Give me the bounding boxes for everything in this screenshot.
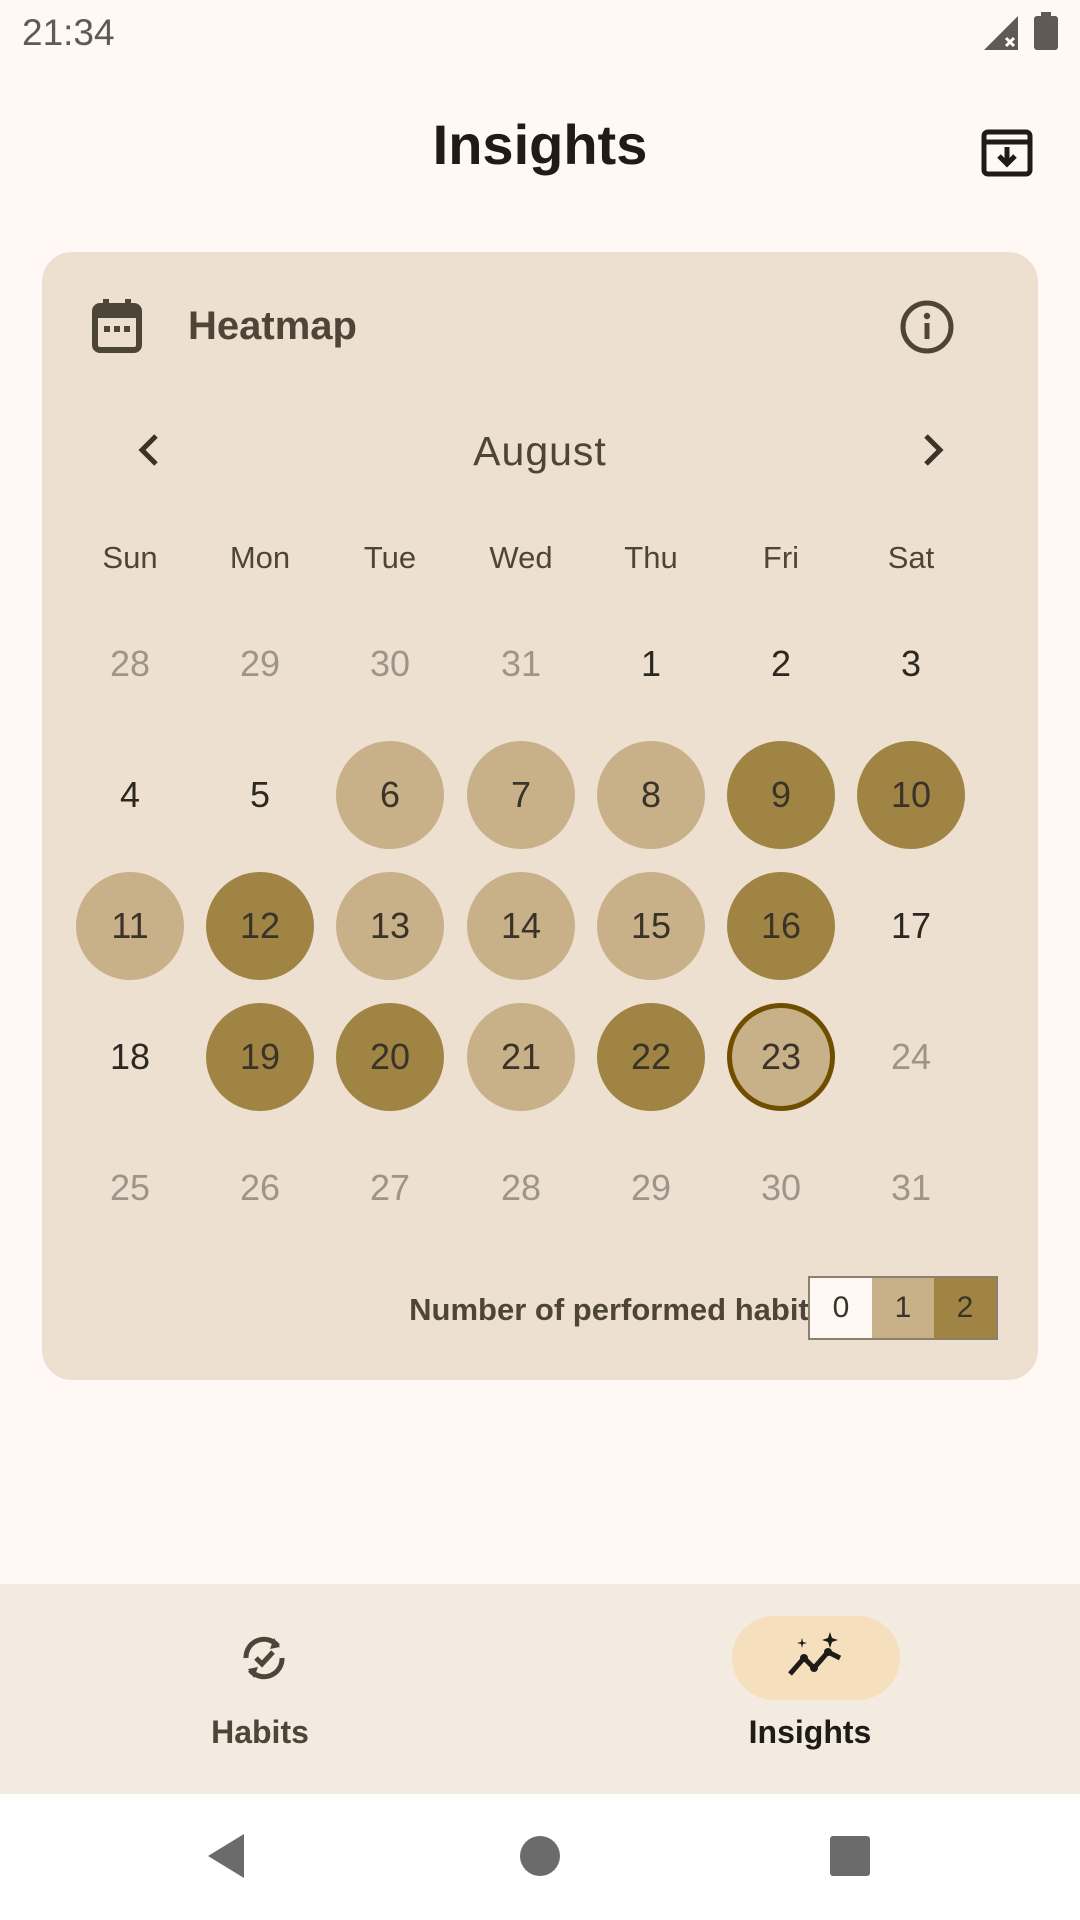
legend-cell-2: 2 (934, 1278, 996, 1338)
calendar-day[interactable]: 13 (336, 872, 444, 980)
calendar-day[interactable]: 29 (206, 610, 314, 718)
archive-download-button[interactable] (966, 112, 1048, 194)
weekday-mon: Mon (229, 540, 291, 575)
nav-item-habits[interactable]: Habits (0, 1584, 540, 1794)
calendar-day[interactable]: 30 (336, 610, 444, 718)
system-navigation-bar (0, 1794, 1080, 1920)
card-title: Heatmap (188, 304, 357, 348)
nav-pill-habits (180, 1616, 348, 1700)
weekday-thu: Thu (624, 540, 678, 575)
home-icon[interactable] (508, 1824, 572, 1888)
signal-off-icon (984, 16, 1018, 50)
calendar-day[interactable]: 16 (727, 872, 835, 980)
nav-item-insights[interactable]: Insights (540, 1584, 1080, 1794)
calendar-day[interactable]: 7 (467, 741, 575, 849)
calendar-day[interactable]: 29 (597, 1134, 705, 1242)
nav-label-habits: Habits (211, 1714, 309, 1750)
weekday-fri: Fri (762, 540, 800, 575)
calendar-day[interactable]: 21 (467, 1003, 575, 1111)
calendar-day[interactable]: 6 (336, 741, 444, 849)
calendar-day[interactable]: 26 (206, 1134, 314, 1242)
calendar-day[interactable]: 4 (76, 741, 184, 849)
calendar-day[interactable]: 28 (76, 610, 184, 718)
page-title: Insights (432, 113, 648, 176)
calendar-day[interactable]: 10 (857, 741, 965, 849)
recents-icon[interactable] (818, 1824, 882, 1888)
calendar-day[interactable]: 25 (76, 1134, 184, 1242)
heatmap-legend: 0 1 2 (808, 1276, 998, 1340)
legend-label: Number of performed habits (409, 1292, 826, 1327)
calendar-day[interactable]: 9 (727, 741, 835, 849)
chevron-right-icon[interactable] (904, 422, 960, 478)
month-label: August (473, 428, 607, 474)
calendar-icon (92, 299, 142, 353)
weekday-sat: Sat (887, 540, 935, 575)
info-icon[interactable] (896, 296, 958, 358)
calendar-day[interactable]: 22 (597, 1003, 705, 1111)
calendar-day[interactable]: 31 (467, 610, 575, 718)
back-icon[interactable] (196, 1824, 260, 1888)
calendar-day[interactable]: 14 (467, 872, 575, 980)
calendar-day[interactable]: 15 (597, 872, 705, 980)
calendar-day[interactable]: 28 (467, 1134, 575, 1242)
calendar-day[interactable]: 30 (727, 1134, 835, 1242)
weekday-wed: Wed (489, 540, 553, 575)
legend-cell-1: 1 (872, 1278, 934, 1338)
calendar-day-today[interactable]: 23 (727, 1003, 835, 1111)
calendar-day[interactable]: 27 (336, 1134, 444, 1242)
calendar-day[interactable]: 31 (857, 1134, 965, 1242)
calendar-day[interactable]: 24 (857, 1003, 965, 1111)
battery-icon (1034, 12, 1058, 50)
legend-cell-0: 0 (810, 1278, 872, 1338)
calendar-day[interactable]: 11 (76, 872, 184, 980)
calendar-day[interactable]: 1 (597, 610, 705, 718)
calendar-day[interactable]: 17 (857, 872, 965, 980)
weekday-tue: Tue (363, 540, 417, 575)
habits-check-cycle-icon (243, 1636, 285, 1680)
calendar-day[interactable]: 8 (597, 741, 705, 849)
status-bar: 21:34 (0, 0, 1080, 66)
calendar-day[interactable]: 20 (336, 1003, 444, 1111)
status-time: 21:34 (22, 12, 115, 53)
weekday-sun: Sun (102, 540, 158, 575)
archive-download-icon (981, 129, 1033, 177)
calendar-day[interactable]: 2 (727, 610, 835, 718)
calendar-day[interactable]: 19 (206, 1003, 314, 1111)
nav-pill-insights (732, 1616, 900, 1700)
insights-sparkle-chart-icon (788, 1632, 842, 1676)
heatmap-card: Heatmap August Sun Mon Tue Wed Thu Fri Sat 28 2… (42, 252, 1038, 1380)
calendar-day[interactable]: 18 (76, 1003, 184, 1111)
calendar-day[interactable]: 3 (857, 610, 965, 718)
bottom-navigation: Habits Insights (0, 1584, 1080, 1794)
nav-label-insights: Insights (748, 1714, 872, 1750)
calendar-day[interactable]: 5 (206, 741, 314, 849)
calendar-day[interactable]: 12 (206, 872, 314, 980)
